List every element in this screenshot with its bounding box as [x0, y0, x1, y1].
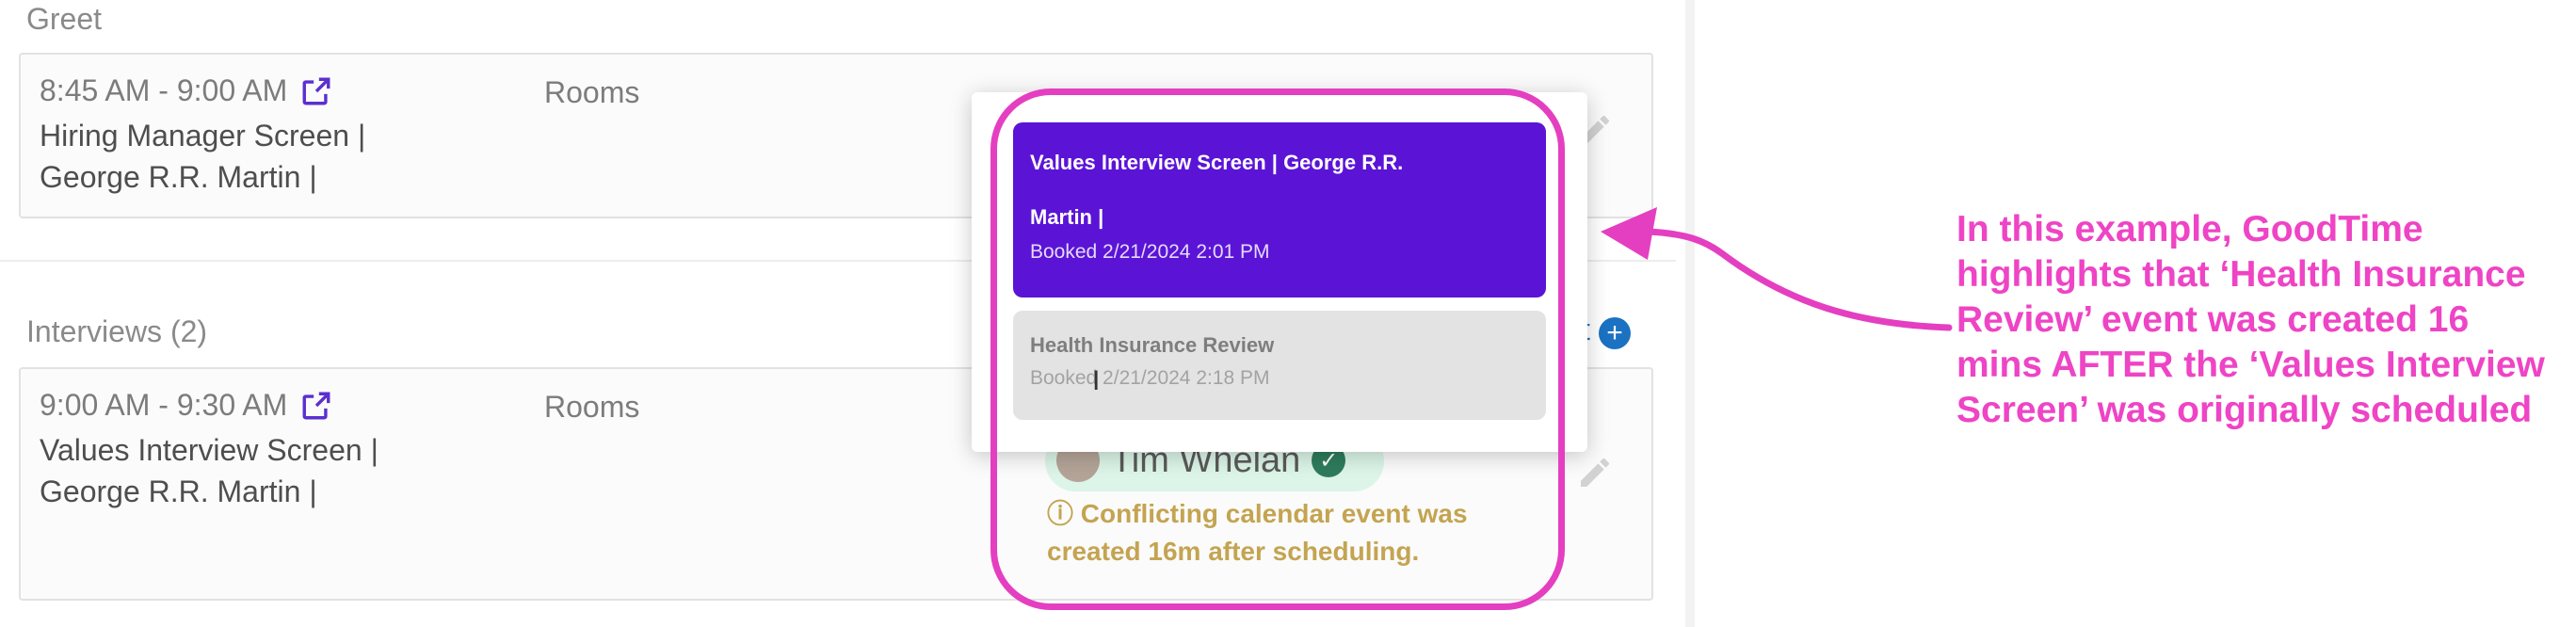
interview-title-line1: Values Interview Screen |	[40, 433, 378, 467]
greet-time: 8:45 AM - 9:00 AM	[40, 73, 288, 107]
annotation-text: In this example, GoodTime highlights tha…	[1956, 209, 2545, 430]
interview-rooms-label: Rooms	[544, 390, 640, 424]
external-link-icon[interactable]	[300, 390, 332, 422]
greet-title-line2: George R.R. Martin |	[40, 160, 317, 194]
greet-title-line1: Hiring Manager Screen |	[40, 119, 366, 153]
external-link-icon[interactable]	[300, 75, 332, 107]
highlight-ring	[990, 88, 1565, 610]
greet-rooms-label: Rooms	[544, 75, 640, 109]
greet-section-label: Greet	[26, 2, 103, 36]
arrow-icon	[1601, 207, 1953, 331]
interview-time: 9:00 AM - 9:30 AM	[40, 388, 288, 422]
interviews-section-label: Interviews (2)	[26, 314, 208, 348]
pencil-icon[interactable]	[1576, 454, 1614, 496]
interview-title-line2: George R.R. Martin |	[40, 474, 317, 508]
